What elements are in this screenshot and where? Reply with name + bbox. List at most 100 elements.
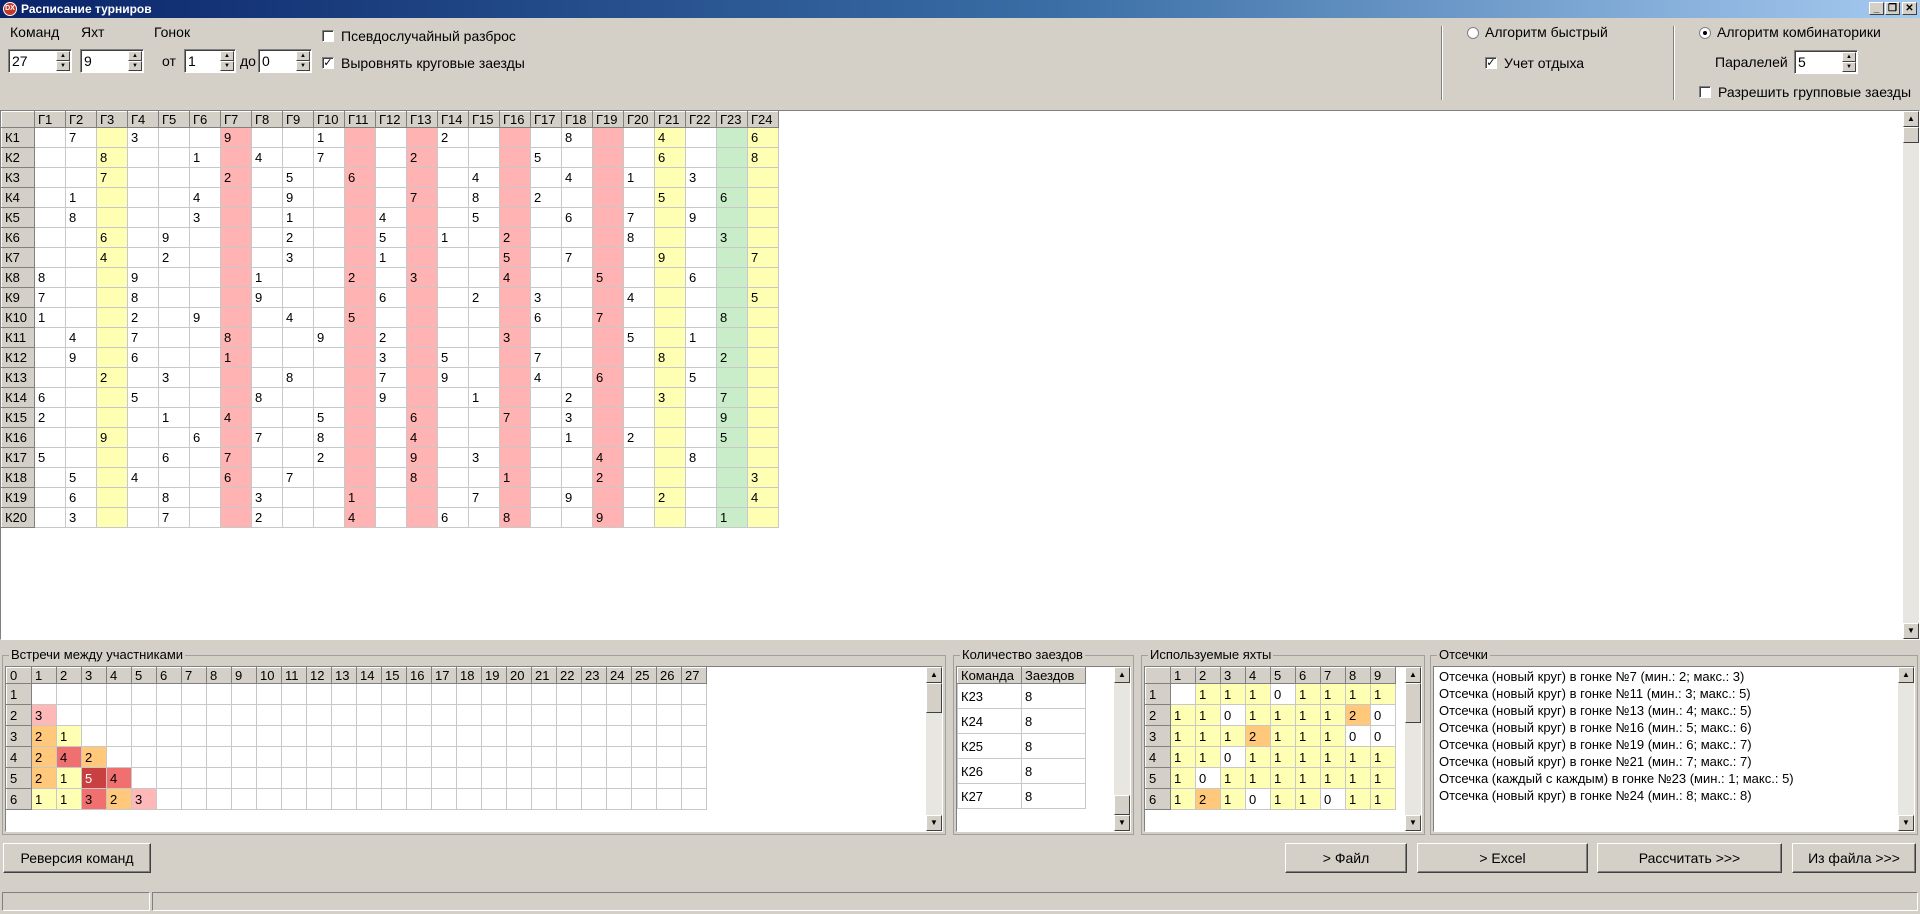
schedule-cell[interactable]	[716, 447, 748, 468]
schedule-cell[interactable]	[685, 427, 717, 448]
row-header[interactable]: 6	[1145, 788, 1171, 810]
meeting-cell[interactable]	[581, 725, 607, 747]
schedule-cell[interactable]	[406, 307, 438, 328]
meeting-cell[interactable]	[306, 725, 332, 747]
meeting-cell[interactable]	[406, 767, 432, 789]
schedule-cell[interactable]	[499, 287, 531, 308]
schedule-cell[interactable]	[251, 127, 283, 148]
schedule-cell[interactable]: 6	[685, 267, 717, 288]
yachts-up-arrow-icon[interactable]: ▲	[128, 51, 142, 61]
schedule-cell[interactable]: 5	[747, 287, 779, 308]
list-item[interactable]: Отсечка (новый круг) в гонке №24 (мин.: …	[1439, 787, 1794, 804]
algo-fast-radio[interactable]	[1467, 27, 1479, 39]
schedule-cell[interactable]	[654, 407, 686, 428]
column-header[interactable]: 24	[606, 667, 632, 684]
column-header[interactable]: Г12	[375, 111, 407, 128]
meeting-cell[interactable]	[656, 704, 682, 726]
schedule-cell[interactable]	[499, 347, 531, 368]
column-header[interactable]	[1145, 667, 1171, 684]
row-header[interactable]: К18	[1, 467, 35, 488]
row-header[interactable]: К4	[1, 187, 35, 208]
column-header[interactable]: 6	[1295, 667, 1321, 684]
meeting-cell[interactable]	[531, 725, 557, 747]
schedule-cell[interactable]	[592, 207, 624, 228]
schedule-cell[interactable]	[251, 207, 283, 228]
schedule-cell[interactable]	[468, 127, 500, 148]
schedule-cell[interactable]	[437, 187, 469, 208]
race-count-cell[interactable]: 8	[1021, 683, 1086, 709]
schedule-cell[interactable]	[189, 387, 221, 408]
column-header[interactable]: 6	[156, 667, 182, 684]
to-up-arrow-icon[interactable]: ▲	[296, 51, 310, 61]
row-header[interactable]: К11	[1, 327, 35, 348]
schedule-grid[interactable]: Г1 Г2 Г3 Г4 Г5 Г6 Г7 Г8 Г9 Г10 Г11 Г12 Г13 Г14 Г15 Г16 Г…	[0, 110, 1920, 640]
algo-comb-radio[interactable]	[1699, 27, 1711, 39]
meeting-cell[interactable]	[681, 704, 707, 726]
schedule-cell[interactable]	[530, 247, 562, 268]
schedule-cell[interactable]	[437, 247, 469, 268]
schedule-cell[interactable]	[468, 507, 500, 528]
column-header[interactable]: Г20	[623, 111, 655, 128]
row-header[interactable]: 1	[1145, 683, 1171, 705]
schedule-cell[interactable]	[437, 467, 469, 488]
row-header[interactable]: К8	[1, 267, 35, 288]
column-header[interactable]: 9	[231, 667, 257, 684]
schedule-cell[interactable]	[65, 447, 97, 468]
schedule-cell[interactable]	[313, 347, 345, 368]
schedule-cell[interactable]: 6	[158, 447, 190, 468]
column-header[interactable]: 7	[181, 667, 207, 684]
meeting-cell[interactable]	[156, 788, 182, 810]
meeting-cell[interactable]	[331, 788, 357, 810]
schedule-cell[interactable]	[592, 127, 624, 148]
schedule-cell[interactable]: 2	[716, 347, 748, 368]
schedule-cell[interactable]	[468, 427, 500, 448]
schedule-cell[interactable]	[530, 427, 562, 448]
schedule-cell[interactable]	[34, 247, 66, 268]
yacht-cell[interactable]: 2	[1195, 788, 1221, 810]
yacht-cell[interactable]: 1	[1170, 788, 1196, 810]
meeting-cell[interactable]: 1	[56, 725, 82, 747]
meeting-cell[interactable]	[381, 683, 407, 705]
meeting-cell[interactable]	[156, 767, 182, 789]
schedule-cell[interactable]	[437, 167, 469, 188]
schedule-cell[interactable]: 3	[530, 287, 562, 308]
yacht-cell[interactable]: 1	[1320, 767, 1346, 789]
meeting-cell[interactable]	[81, 704, 107, 726]
cutoffs-scrollbar[interactable]: ▲ ▼	[1898, 667, 1914, 831]
schedule-cell[interactable]: 2	[561, 387, 593, 408]
schedule-cell[interactable]	[220, 267, 252, 288]
schedule-cell[interactable]: 2	[127, 307, 159, 328]
schedule-cell[interactable]	[623, 187, 655, 208]
schedule-cell[interactable]	[220, 507, 252, 528]
column-header[interactable]: Г23	[716, 111, 748, 128]
schedule-cell[interactable]	[96, 127, 128, 148]
yacht-cell[interactable]	[1170, 683, 1196, 705]
schedule-cell[interactable]: 2	[406, 147, 438, 168]
schedule-cell[interactable]	[251, 447, 283, 468]
meeting-cell[interactable]	[356, 704, 382, 726]
meeting-cell[interactable]	[556, 767, 582, 789]
schedule-cell[interactable]	[530, 207, 562, 228]
schedule-cell[interactable]	[561, 187, 593, 208]
schedule-cell[interactable]: 2	[220, 167, 252, 188]
schedule-cell[interactable]	[747, 387, 779, 408]
column-header[interactable]: 9	[1370, 667, 1396, 684]
schedule-cell[interactable]	[592, 347, 624, 368]
from-up-arrow-icon[interactable]: ▲	[220, 51, 234, 61]
meeting-cell[interactable]	[506, 725, 532, 747]
schedule-cell[interactable]	[158, 327, 190, 348]
schedule-cell[interactable]	[592, 487, 624, 508]
schedule-cell[interactable]: 7	[468, 487, 500, 508]
schedule-cell[interactable]	[127, 367, 159, 388]
meeting-cell[interactable]	[331, 683, 357, 705]
schedule-cell[interactable]	[592, 147, 624, 168]
schedule-cell[interactable]	[530, 167, 562, 188]
row-header[interactable]: 2	[6, 704, 32, 726]
meeting-cell[interactable]	[306, 683, 332, 705]
schedule-cell[interactable]: 6	[34, 387, 66, 408]
meeting-cell[interactable]	[506, 704, 532, 726]
column-header[interactable]: Г16	[499, 111, 531, 128]
schedule-cell[interactable]	[592, 327, 624, 348]
row-header[interactable]: К1	[1, 127, 35, 148]
schedule-cell[interactable]	[220, 207, 252, 228]
